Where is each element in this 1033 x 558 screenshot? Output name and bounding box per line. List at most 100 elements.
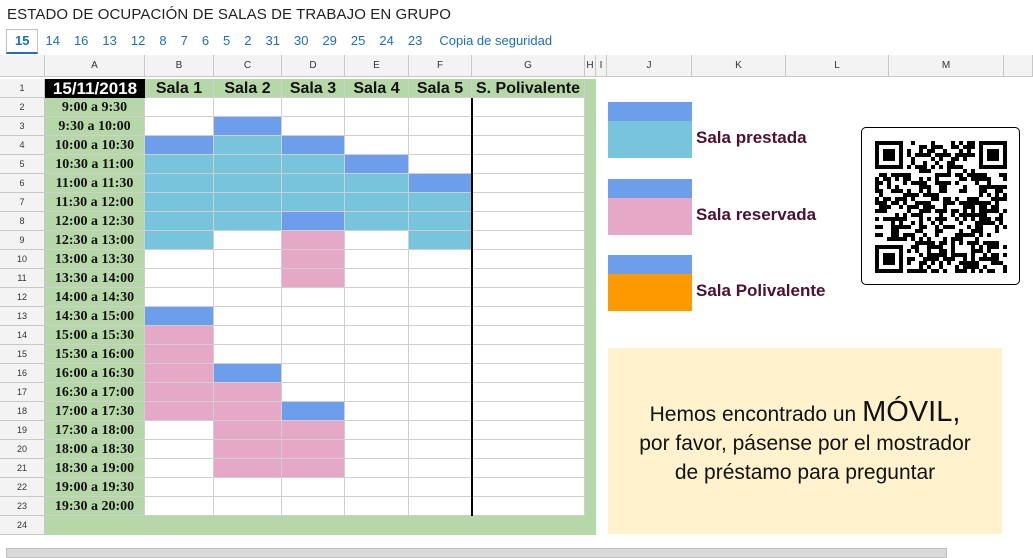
- booking-cell[interactable]: [214, 345, 282, 364]
- tab-24[interactable]: 24: [372, 30, 400, 52]
- row-header-5[interactable]: 5: [0, 155, 45, 174]
- booking-cell[interactable]: [282, 326, 345, 345]
- booking-cell[interactable]: [214, 174, 282, 193]
- booking-cell[interactable]: [214, 364, 282, 383]
- booking-cell[interactable]: [409, 269, 472, 288]
- booking-cell[interactable]: [214, 136, 282, 155]
- column-header-g[interactable]: G: [472, 55, 585, 77]
- booking-cell[interactable]: [214, 155, 282, 174]
- booking-cell[interactable]: [472, 459, 585, 478]
- booking-cell[interactable]: [282, 193, 345, 212]
- booking-cell[interactable]: [145, 269, 214, 288]
- booking-cell[interactable]: [282, 174, 345, 193]
- booking-cell[interactable]: [409, 98, 472, 117]
- row-header-16[interactable]: 16: [0, 364, 45, 383]
- row-header-10[interactable]: 10: [0, 250, 45, 269]
- booking-cell[interactable]: [145, 136, 214, 155]
- booking-cell[interactable]: [282, 117, 345, 136]
- booking-cell[interactable]: [472, 250, 585, 269]
- booking-cell[interactable]: [282, 402, 345, 421]
- booking-cell[interactable]: [409, 212, 472, 231]
- booking-cell[interactable]: [345, 478, 409, 497]
- booking-cell[interactable]: [345, 117, 409, 136]
- booking-cell[interactable]: [145, 155, 214, 174]
- booking-cell[interactable]: [214, 193, 282, 212]
- booking-cell[interactable]: [345, 497, 409, 516]
- booking-cell[interactable]: [282, 250, 345, 269]
- booking-cell[interactable]: [214, 250, 282, 269]
- booking-cell[interactable]: [409, 288, 472, 307]
- booking-cell[interactable]: [145, 288, 214, 307]
- booking-cell[interactable]: [214, 117, 282, 136]
- booking-cell[interactable]: [282, 155, 345, 174]
- column-header-j[interactable]: J: [607, 55, 692, 77]
- row-header-23[interactable]: 23: [0, 497, 45, 516]
- booking-cell[interactable]: [282, 212, 345, 231]
- column-header-l[interactable]: L: [786, 55, 889, 77]
- booking-cell[interactable]: [409, 326, 472, 345]
- booking-cell[interactable]: [472, 288, 585, 307]
- booking-cell[interactable]: [409, 440, 472, 459]
- booking-cell[interactable]: [214, 326, 282, 345]
- booking-cell[interactable]: [214, 269, 282, 288]
- booking-cell[interactable]: [345, 383, 409, 402]
- booking-cell[interactable]: [214, 231, 282, 250]
- booking-cell[interactable]: [214, 307, 282, 326]
- booking-cell[interactable]: [145, 231, 214, 250]
- row-header-3[interactable]: 3: [0, 117, 45, 136]
- booking-cell[interactable]: [345, 98, 409, 117]
- booking-cell[interactable]: [472, 497, 585, 516]
- booking-cell[interactable]: [145, 307, 214, 326]
- booking-cell[interactable]: [345, 345, 409, 364]
- row-header-4[interactable]: 4: [0, 136, 45, 155]
- row-header-18[interactable]: 18: [0, 402, 45, 421]
- booking-cell[interactable]: [345, 421, 409, 440]
- booking-cell[interactable]: [282, 459, 345, 478]
- booking-cell[interactable]: [282, 345, 345, 364]
- booking-cell[interactable]: [145, 193, 214, 212]
- booking-cell[interactable]: [345, 269, 409, 288]
- booking-cell[interactable]: [472, 478, 585, 497]
- booking-cell[interactable]: [214, 440, 282, 459]
- booking-cell[interactable]: [282, 307, 345, 326]
- tab-12[interactable]: 12: [124, 30, 152, 52]
- booking-cell[interactable]: [472, 269, 585, 288]
- booking-cell[interactable]: [409, 155, 472, 174]
- booking-cell[interactable]: [145, 174, 214, 193]
- booking-cell[interactable]: [409, 136, 472, 155]
- column-header-a[interactable]: A: [45, 55, 145, 77]
- row-header-24[interactable]: 24: [0, 516, 45, 535]
- booking-cell[interactable]: [145, 212, 214, 231]
- booking-cell[interactable]: [282, 497, 345, 516]
- booking-cell[interactable]: [282, 383, 345, 402]
- column-header-c[interactable]: C: [214, 55, 282, 77]
- tab-30[interactable]: 30: [287, 30, 315, 52]
- booking-cell[interactable]: [345, 307, 409, 326]
- booking-cell[interactable]: [345, 174, 409, 193]
- booking-cell[interactable]: [345, 326, 409, 345]
- booking-cell[interactable]: [409, 193, 472, 212]
- booking-cell[interactable]: [345, 212, 409, 231]
- booking-cell[interactable]: [214, 478, 282, 497]
- booking-cell[interactable]: [282, 440, 345, 459]
- booking-cell[interactable]: [472, 326, 585, 345]
- column-header-i[interactable]: I: [596, 55, 607, 77]
- booking-cell[interactable]: [472, 98, 585, 117]
- booking-cell[interactable]: [214, 421, 282, 440]
- booking-cell[interactable]: [282, 288, 345, 307]
- booking-cell[interactable]: [214, 497, 282, 516]
- column-header-h[interactable]: H: [585, 55, 596, 77]
- booking-cell[interactable]: [282, 269, 345, 288]
- booking-cell[interactable]: [409, 459, 472, 478]
- booking-cell[interactable]: [345, 250, 409, 269]
- tab-2[interactable]: 2: [237, 30, 258, 52]
- booking-cell[interactable]: [472, 402, 585, 421]
- row-header-20[interactable]: 20: [0, 440, 45, 459]
- booking-cell[interactable]: [345, 459, 409, 478]
- booking-cell[interactable]: [409, 250, 472, 269]
- row-header-14[interactable]: 14: [0, 326, 45, 345]
- column-header-e[interactable]: E: [345, 55, 409, 77]
- booking-cell[interactable]: [409, 478, 472, 497]
- column-header-b[interactable]: B: [145, 55, 214, 77]
- booking-cell[interactable]: [472, 212, 585, 231]
